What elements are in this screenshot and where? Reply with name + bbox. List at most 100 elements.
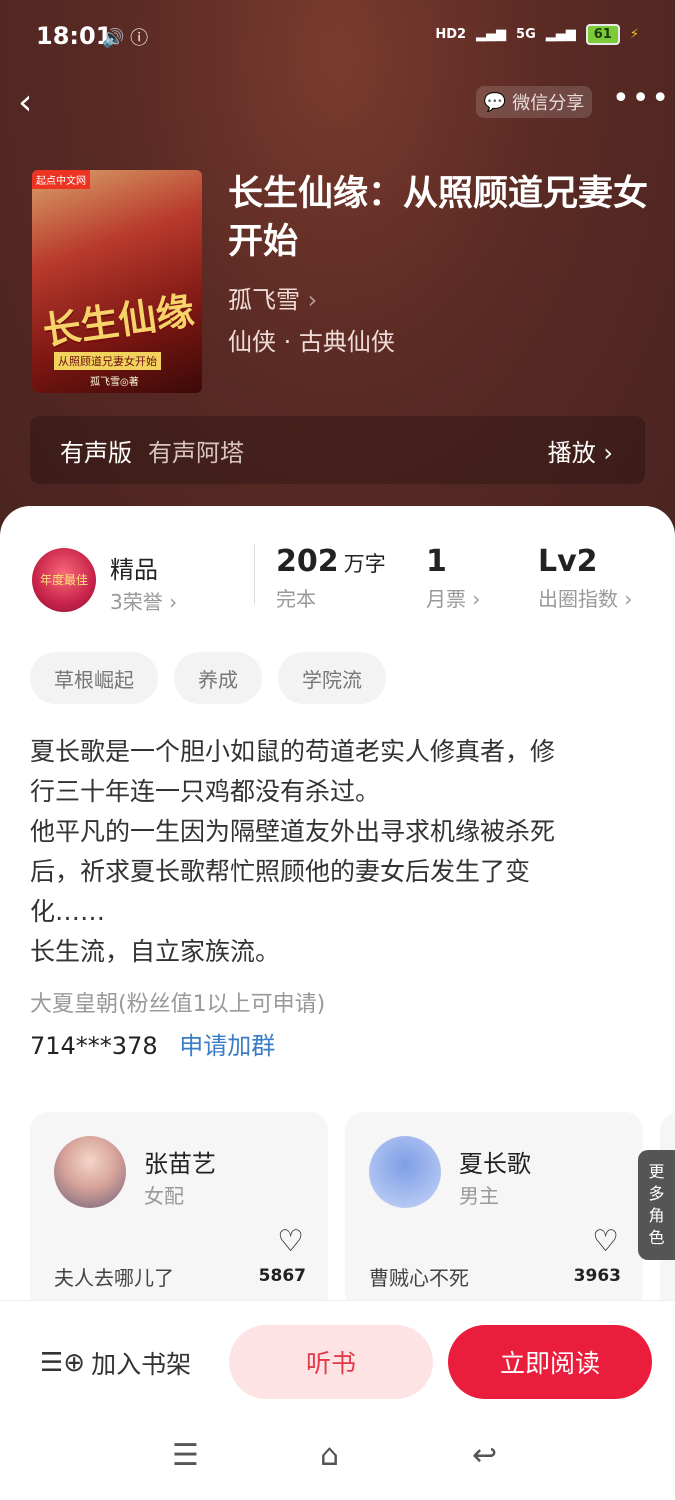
author-link[interactable]: 孤飞雪 ›	[228, 280, 317, 315]
description-line: 后，祈求夏长歌帮忙照顾他的妻女后发生了变	[30, 857, 531, 886]
book-description: 夏长歌是一个胆小如鼠的苟道老实人修真者，修 行三十年连一只鸡都没有杀过。 他平凡…	[30, 732, 645, 972]
menu-icon[interactable]: ☰	[172, 1438, 199, 1473]
popularity-label: 出圈指数	[538, 587, 618, 611]
chevron-right-icon: ›	[603, 438, 613, 467]
character-card[interactable]: 夏长歌 男主 ♡ 曹贼心不死 3963	[345, 1112, 643, 1302]
honor-link[interactable]: 3荣誉 ›	[110, 586, 177, 615]
signal-icon: ▂▄▆	[476, 27, 507, 42]
cover-subtitle: 从照顾道兄妻女开始	[54, 352, 161, 370]
like-count: 3963	[573, 1266, 621, 1286]
popularity-value: Lv2	[538, 544, 598, 579]
read-now-label: 立即阅读	[499, 1349, 600, 1378]
word-count-stat: 202 万字 完本	[276, 544, 386, 612]
listen-label: 听书	[305, 1349, 356, 1378]
monthly-ticket-value: 1	[426, 544, 447, 579]
back-nav-icon[interactable]: ↩	[472, 1438, 497, 1473]
back-icon[interactable]: ‹	[18, 82, 32, 123]
chevron-right-icon: ›	[472, 587, 481, 611]
system-indicators: HD2 ▂▄▆ 5G ▂▄▆ 61 ⚡	[435, 24, 639, 45]
book-header: 18:01 🔊 ⓘ HD2 ▂▄▆ 5G ▂▄▆ 61 ⚡ ‹ 💬 微信分享 •…	[0, 0, 675, 560]
more-roles-char: 色	[648, 1228, 665, 1247]
chevron-right-icon: ›	[307, 286, 318, 314]
honor-medal-icon[interactable]: 年度最佳	[32, 548, 96, 612]
character-role: 男主	[459, 1184, 499, 1208]
status-icons: 🔊 ⓘ	[102, 28, 149, 49]
chevron-right-icon: ›	[624, 587, 633, 611]
more-roles-char: 更	[648, 1162, 665, 1181]
character-name: 夏长歌	[459, 1150, 531, 1178]
chevron-right-icon: ›	[169, 590, 178, 614]
genre-label: 仙侠 · 古典仙侠	[228, 328, 395, 356]
top-nav: ‹ 💬 微信分享 •••	[0, 80, 675, 124]
description-line: 化……	[30, 897, 106, 926]
battery-icon: 61	[585, 24, 620, 45]
read-now-button[interactable]: 立即阅读	[448, 1325, 652, 1399]
apply-join-link[interactable]: 申请加群	[179, 1032, 275, 1060]
audio-label: 有声版	[60, 438, 132, 467]
character-card[interactable]: 张苗艺 女配 ♡ 夫人去哪儿了 5867	[30, 1112, 328, 1302]
play-label: 播放	[547, 438, 596, 467]
character-carousel: 张苗艺 女配 ♡ 夫人去哪儿了 5867 夏长歌 男主 ♡ 曹贼心不死 3963…	[0, 1112, 675, 1302]
audio-narrator: 有声阿塔	[148, 438, 244, 467]
monthly-ticket-stat[interactable]: 1 月票 ›	[426, 544, 480, 612]
listen-button[interactable]: 听书	[229, 1325, 433, 1399]
description-line: 行三十年连一只鸡都没有杀过。	[30, 777, 381, 806]
character-name: 张苗艺	[144, 1150, 216, 1178]
more-roles-char: 角	[648, 1206, 665, 1225]
hd-indicator: HD2	[435, 27, 467, 42]
fan-group-number: 714***378	[30, 1032, 158, 1060]
cover-author: 孤飞雪◎著	[90, 377, 139, 388]
author-name: 孤飞雪	[228, 286, 300, 314]
more-roles-button[interactable]: 更 多 角 色	[638, 1150, 675, 1260]
add-to-shelf-button[interactable]: ☰⊕ 加入书架	[40, 1345, 191, 1381]
more-roles-char: 多	[648, 1184, 665, 1203]
book-title: 长生仙缘：从照顾道兄妻女开始	[228, 173, 649, 262]
add-to-shelf-label: 加入书架	[91, 1350, 192, 1379]
like-count: 5867	[258, 1266, 306, 1286]
fan-group-row: 714***378 申请加群	[30, 1026, 275, 1061]
word-count-label: 完本	[276, 587, 316, 611]
description-line: 夏长歌是一个胆小如鼠的苟道老实人修真者，修	[30, 737, 556, 766]
status-bar: 18:01 🔊 ⓘ HD2 ▂▄▆ 5G ▂▄▆ 61 ⚡	[0, 0, 675, 70]
wechat-icon: 💬	[483, 91, 507, 113]
heart-icon[interactable]: ♡	[592, 1224, 619, 1259]
character-role: 女配	[144, 1184, 184, 1208]
tag-chip[interactable]: 学院流	[278, 652, 386, 704]
signal-icon-2: ▂▄▆	[545, 27, 576, 42]
more-options-icon[interactable]: •••	[612, 84, 671, 114]
character-quote: 夫人去哪儿了	[54, 1266, 174, 1290]
honor-count: 3荣誉	[110, 590, 163, 614]
description-line: 他平凡的一生因为隔壁道友外出寻求机缘被杀死	[30, 817, 556, 846]
word-count-unit: 万字	[343, 552, 386, 576]
avatar	[369, 1136, 441, 1208]
book-cover[interactable]: 起点中文网 长生仙缘 从照顾道兄妻女开始 孤飞雪◎著	[32, 170, 202, 393]
play-button[interactable]: 播放 ›	[548, 433, 613, 468]
stats-row: 年度最佳 精品 3荣誉 › 202 万字 完本 1 月票 › Lv2 出圈指数	[0, 536, 675, 626]
medal-text: 年度最佳	[39, 573, 88, 587]
cover-title: 长生仙缘	[40, 287, 197, 354]
wechat-share-button[interactable]: 💬 微信分享	[476, 86, 592, 118]
popularity-stat[interactable]: Lv2 出圈指数 ›	[538, 544, 632, 612]
word-count-value: 202	[276, 544, 339, 579]
wechat-share-label: 微信分享	[512, 93, 585, 114]
tag-list: 草根崛起 养成 学院流	[30, 652, 386, 704]
avatar	[54, 1136, 126, 1208]
clock: 18:01	[36, 22, 113, 50]
publisher-badge: 起点中文网	[32, 170, 90, 189]
home-icon[interactable]: ⌂	[320, 1438, 339, 1473]
monthly-ticket-label: 月票	[426, 587, 466, 611]
bookshelf-add-icon: ☰⊕	[40, 1348, 86, 1378]
fan-group-name: 大夏皇朝(粉丝值1以上可申请)	[30, 992, 326, 1017]
character-quote: 曹贼心不死	[369, 1266, 469, 1290]
network-indicator: 5G	[516, 27, 536, 42]
charging-icon: ⚡	[629, 27, 639, 42]
audio-version-bar[interactable]: 有声版 有声阿塔 播放 ›	[30, 416, 645, 484]
tag-chip[interactable]: 草根崛起	[30, 652, 158, 704]
description-line: 长生流，自立家族流。	[30, 937, 281, 966]
divider	[254, 544, 255, 604]
tier-label: 精品	[110, 556, 158, 584]
bottom-action-bar: ☰⊕ 加入书架 听书 立即阅读	[0, 1300, 675, 1421]
tag-chip[interactable]: 养成	[174, 652, 262, 704]
heart-icon[interactable]: ♡	[277, 1224, 304, 1259]
system-nav-bar: ☰ ⌂ ↩	[0, 1420, 675, 1500]
